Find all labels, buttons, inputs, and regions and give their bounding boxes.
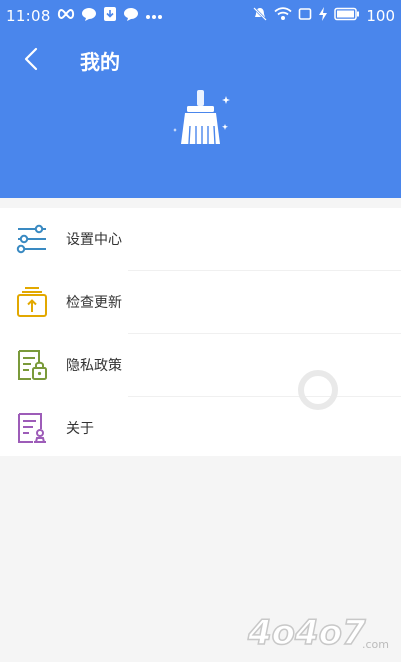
mute-icon (252, 6, 268, 26)
battery-level: 100 (366, 7, 395, 25)
back-chevron-icon (24, 47, 38, 75)
privacy-lock-icon (14, 347, 50, 383)
infinity-icon (57, 8, 75, 24)
menu-item-label: 隐私政策 (66, 358, 122, 374)
screen: 11:08 100 我的 设置中心 检查更新 隐私政策 关于 4o4o7 .co… (0, 0, 401, 662)
watermark-logo: 4o4o7 .com (246, 608, 396, 656)
menu-item-label: 关于 (66, 421, 94, 437)
title-bar: 我的 (0, 38, 401, 82)
about-document-icon (14, 410, 50, 446)
status-right: 100 (252, 6, 395, 26)
svg-text:.com: .com (362, 638, 389, 651)
menu-item-about[interactable]: 关于 (0, 397, 401, 459)
menu-list: 设置中心 检查更新 隐私政策 关于 (0, 208, 401, 456)
header: 11:08 100 我的 (0, 0, 401, 198)
menu-item-label: 检查更新 (66, 295, 122, 311)
status-bar: 11:08 100 (0, 0, 401, 30)
status-left: 11:08 (6, 6, 163, 26)
charging-bolt-icon (318, 7, 328, 25)
more-dots-icon (145, 8, 163, 24)
back-button[interactable] (14, 44, 48, 78)
chat-bubble-icon (81, 6, 97, 26)
battery-icon (334, 7, 360, 25)
chat-bubble-icon (123, 6, 139, 26)
download-icon (103, 6, 117, 26)
menu-item-label: 设置中心 (66, 232, 122, 248)
wifi-icon (274, 7, 292, 25)
svg-text:4o4o7: 4o4o7 (247, 613, 366, 653)
menu-item-check-update[interactable]: 检查更新 (0, 271, 401, 333)
settings-sliders-icon (14, 221, 50, 257)
square-icon (298, 7, 312, 25)
menu-item-settings[interactable]: 设置中心 (0, 208, 401, 270)
status-time: 11:08 (6, 7, 51, 25)
update-box-icon (14, 284, 50, 320)
broom-icon (170, 88, 234, 152)
page-title: 我的 (80, 50, 120, 74)
menu-item-privacy-policy[interactable]: 隐私政策 (0, 334, 401, 396)
loading-spinner-icon (298, 370, 338, 410)
